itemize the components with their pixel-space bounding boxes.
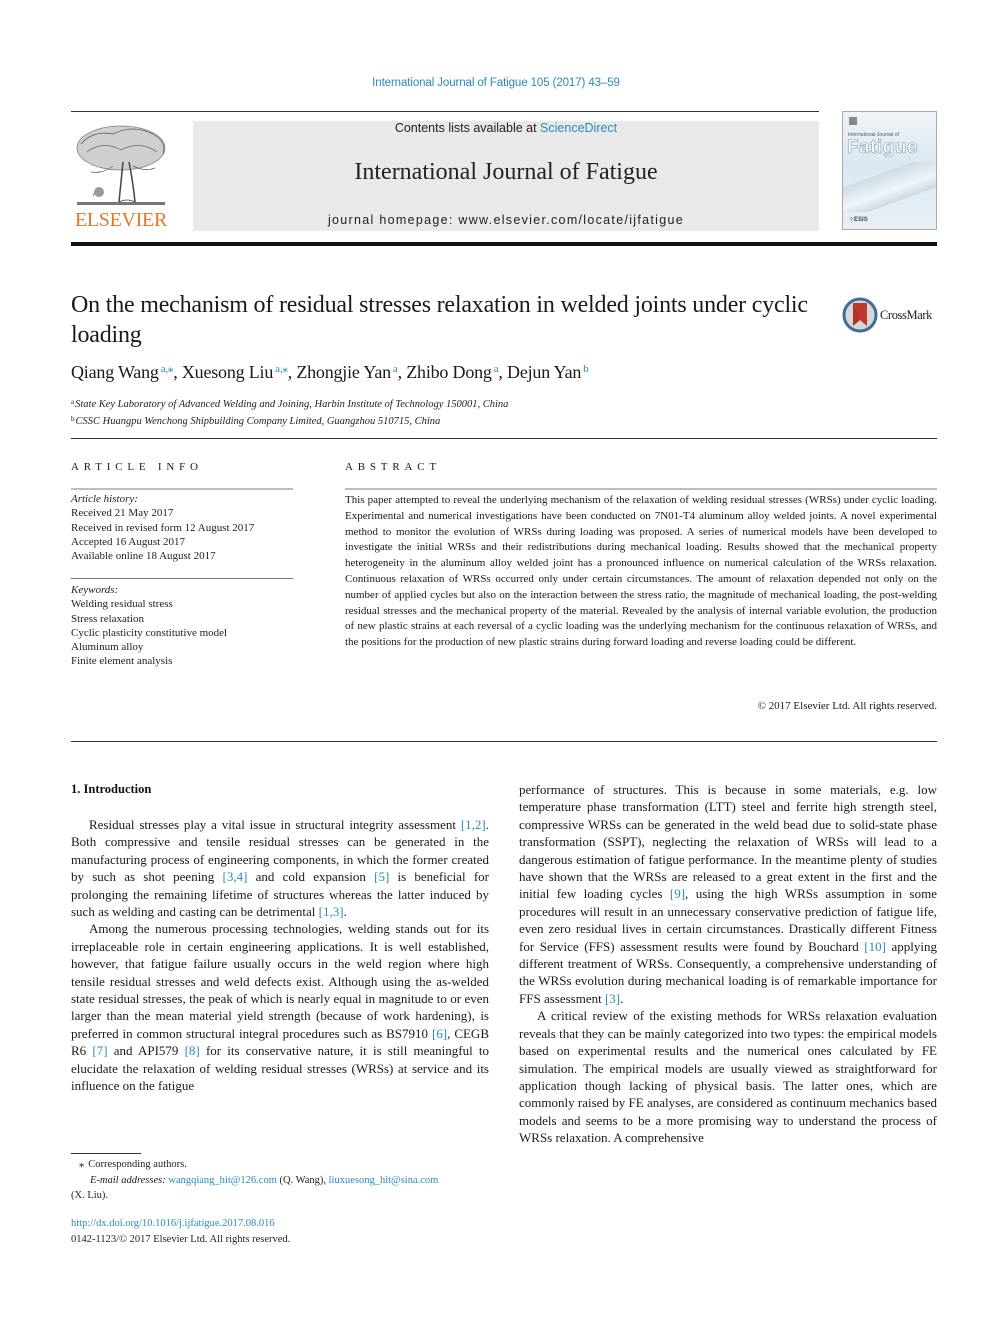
article-title: On the mechanism of residual stresses re… — [71, 292, 808, 348]
email-owner: (Q. Wang), — [276, 1174, 329, 1186]
footnotes: ⁎ Corresponding authors. E-mail addresses… — [71, 1157, 491, 1204]
paragraph: performance of structures. This is becau… — [519, 782, 937, 1006]
abstract-body: This paper attempted to reveal the under… — [345, 494, 937, 649]
affiliation: aState Key Laboratory of Advanced Weldin… — [71, 395, 508, 412]
citation-link[interactable]: [8] — [185, 1043, 200, 1058]
author-affiliation-mark[interactable]: b — [583, 363, 589, 375]
email-owner-tail: (X. Liu). — [71, 1190, 109, 1201]
keyword: Finite element analysis — [71, 655, 173, 668]
article-history: Article history: Received 21 May 2017 Re… — [71, 492, 254, 563]
email-link[interactable]: wangqiang_hit@126.com — [168, 1175, 277, 1186]
contents-prefix: Contents lists available at — [394, 121, 541, 135]
homepage-prefix: journal homepage: — [327, 213, 459, 227]
doi-block: http://dx.doi.org/10.1016/j.ijfatigue.20… — [71, 1216, 290, 1247]
citation-link[interactable]: [6] — [432, 1026, 447, 1041]
keyword: Welding residual stress — [71, 598, 173, 611]
cover-footer-mark: ⁘ESIS — [849, 217, 868, 223]
journal-title: International Journal of Fatigue — [354, 159, 658, 185]
masthead-thick-divider — [71, 242, 937, 246]
corresponding-text: Corresponding authors. — [88, 1159, 187, 1170]
cover-elsevier-icon — [849, 117, 857, 125]
elsevier-wordmark: ELSEVIER — [74, 209, 168, 231]
running-header-citation[interactable]: International Journal of Fatigue 105 (20… — [0, 77, 992, 89]
author-name: Qiang Wang — [71, 362, 159, 382]
author-affiliation-mark[interactable]: a — [393, 363, 398, 375]
asterisk-mark: ⁎ — [79, 1159, 85, 1170]
cover-mountain-image — [843, 162, 936, 212]
crossmark-icon — [842, 297, 878, 333]
affiliation-mark: a — [71, 398, 75, 406]
keywords-label: Keywords: — [71, 584, 119, 596]
author-name: Xuesong Liu — [181, 362, 274, 382]
paragraph: Residual stresses play a vital issue in … — [71, 817, 489, 920]
author-affiliation-mark[interactable]: a,⁎ — [161, 363, 174, 375]
author[interactable]: Zhibo Dong a — [406, 362, 498, 382]
citation-link[interactable]: [1,3] — [319, 904, 344, 919]
author[interactable]: Qiang Wang a,⁎ — [71, 362, 173, 382]
abstract-copyright: © 2017 Elsevier Ltd. All rights reserved… — [757, 700, 937, 712]
journal-cover-thumbnail[interactable]: International Journal of Fatigue ⁘ESIS — [842, 111, 937, 230]
author[interactable]: Dejun Yan b — [507, 362, 589, 382]
keyword: Stress relaxation — [71, 612, 145, 625]
author-list: Qiang Wang a,⁎, Xuesong Liu a,⁎, Zhongjie … — [71, 362, 589, 382]
author-affiliation-mark[interactable]: a,⁎ — [275, 363, 288, 375]
article-info-divider — [71, 488, 293, 490]
body-column-left: Residual stresses play a vital issue in … — [71, 816, 489, 1095]
citation-link[interactable]: [10] — [864, 939, 886, 954]
contents-available-line: Contents lists available at ScienceDirec… — [193, 121, 819, 135]
cover-title: Fatigue — [847, 137, 919, 159]
elsevier-logo[interactable]: ELSEVIER — [71, 120, 171, 232]
issn-copyright: 0142-1123/© 2017 Elsevier Ltd. All right… — [71, 1233, 291, 1245]
sciencedirect-link[interactable]: ScienceDirect — [540, 121, 617, 135]
author-name: Zhongjie Yan — [296, 362, 391, 382]
history-item: Received in revised form 12 August 2017 — [71, 521, 255, 534]
citation-link[interactable]: [1,2] — [461, 817, 486, 832]
abstract-divider — [345, 488, 937, 490]
citation-link[interactable]: [5] — [374, 869, 389, 884]
paragraph: Among the numerous processing technologi… — [71, 921, 490, 1094]
affiliations: aState Key Laboratory of Advanced Weldin… — [71, 395, 508, 429]
affiliation-text: CSSC Huangpu Wenchong Shipbuilding Compa… — [75, 416, 441, 427]
citation-link[interactable]: [3] — [605, 991, 620, 1006]
footnote-divider — [71, 1153, 141, 1154]
citation-link[interactable]: [9] — [670, 886, 685, 901]
keyword: Aluminum alloy — [71, 641, 144, 654]
body-column-right: performance of structures. This is becau… — [519, 781, 937, 1147]
crossmark-label: CrossMark — [880, 308, 932, 322]
citation-link[interactable]: [7] — [92, 1043, 107, 1058]
email-label: E-mail addresses: — [90, 1174, 166, 1186]
author-affiliation-mark[interactable]: a — [494, 363, 499, 375]
section-heading-introduction: 1. Introduction — [71, 782, 152, 796]
author-name: Zhibo Dong — [406, 362, 492, 382]
article-info-heading: ARTICLE INFO — [71, 461, 203, 473]
abstract-heading: ABSTRACT — [345, 461, 441, 473]
history-item: Available online 18 August 2017 — [71, 550, 216, 563]
front-matter-divider — [71, 438, 937, 439]
history-item: Accepted 16 August 2017 — [71, 535, 185, 548]
crossmark-button[interactable]: CrossMark — [842, 297, 942, 335]
abstract-end-divider — [71, 741, 937, 742]
affiliation-mark: b — [71, 415, 75, 423]
elsevier-tree-icon — [76, 125, 166, 205]
author[interactable]: Xuesong Liu a,⁎ — [182, 362, 288, 382]
author[interactable]: Zhongjie Yan a — [296, 362, 397, 382]
author-name: Dejun Yan — [507, 362, 582, 382]
header-divider — [71, 111, 819, 112]
history-item: Received 21 May 2017 — [71, 507, 174, 520]
keyword: Cyclic plasticity constitutive model — [71, 626, 228, 639]
journal-homepage-line: journal homepage: www.elsevier.com/locat… — [193, 213, 819, 227]
citation-link[interactable]: [3,4] — [223, 869, 248, 884]
email-link[interactable]: liuxuesong_hit@sina.com — [329, 1175, 439, 1186]
keywords-divider — [71, 578, 293, 579]
corresponding-author-note: ⁎ Corresponding authors. — [71, 1157, 491, 1173]
journal-masthead: Contents lists available at ScienceDirec… — [193, 121, 819, 231]
affiliation: bCSSC Huangpu Wenchong Shipbuilding Comp… — [71, 412, 508, 429]
doi-link[interactable]: http://dx.doi.org/10.1016/j.ijfatigue.20… — [71, 1218, 275, 1229]
paragraph: A critical review of the existing method… — [519, 1008, 937, 1146]
affiliation-text: State Key Laboratory of Advanced Welding… — [75, 399, 509, 410]
homepage-url[interactable]: www.elsevier.com/locate/ijfatigue — [458, 213, 684, 227]
email-addresses: E-mail addresses: wangqiang_hit@126.com … — [71, 1173, 491, 1189]
keywords-list: Keywords: Welding residual stress Stress… — [71, 583, 227, 669]
article-history-label: Article history: — [71, 493, 138, 505]
